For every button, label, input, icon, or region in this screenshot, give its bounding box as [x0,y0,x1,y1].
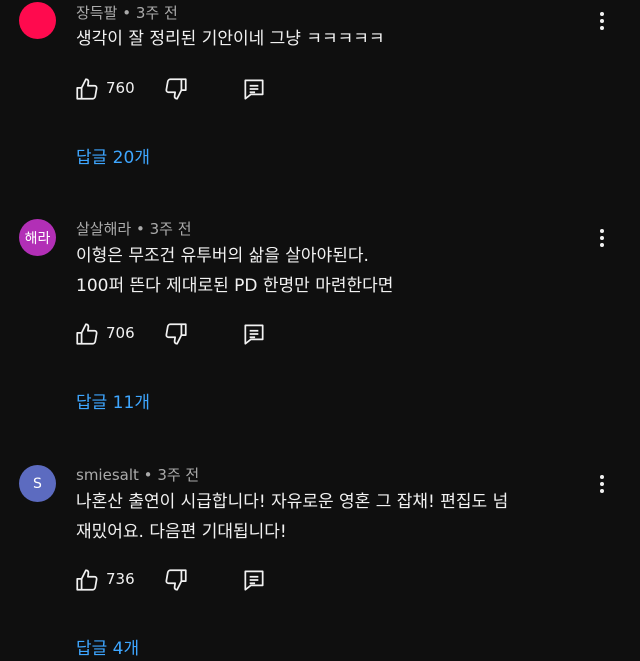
comment-text: 나혼산 출연이 시급합니다! 자유로운 영혼 그 잡채! 편집도 넘 재밌어요.… [76,487,508,547]
comment-actions: 706 [74,321,294,347]
avatar[interactable]: S [19,465,56,502]
comment-item: 해라 살살해라 • 3주 전 이형은 무조건 유투버의 삶을 살아야된다. 10… [0,210,640,460]
reply-comment-icon[interactable] [241,321,267,347]
comment-time: 3주 전 [149,220,192,238]
separator: • [122,4,132,22]
comment-line: 100퍼 뜬다 제대로된 PD 한명만 마련한다면 [76,276,394,296]
author-name[interactable]: 살살해라 [76,220,131,238]
comment-item: 장득팔 • 3주 전 생각이 잘 정리된 기안이네 그냥 ㅋㅋㅋㅋㅋ 760 답… [0,0,640,210]
comment-actions: 760 [74,76,294,102]
more-vert-icon[interactable] [590,226,614,250]
comment-meta: smiesalt • 3주 전 [76,464,199,485]
more-vert-icon[interactable] [590,472,614,496]
replies-button[interactable]: 답글 11개 [76,388,150,413]
comment-text: 생각이 잘 정리된 기안이네 그냥 ㅋㅋㅋㅋㅋ [76,24,385,54]
thumbs-down-icon[interactable] [163,567,189,593]
separator: • [135,220,145,238]
thumbs-down-icon[interactable] [163,321,189,347]
comment-line: 나혼산 출연이 시급합니다! 자유로운 영혼 그 잡채! 편집도 넘 [76,492,509,512]
comment-text: 이형은 무조건 유투버의 삶을 살아야된다. 100퍼 뜬다 제대로된 PD 한… [76,241,393,301]
comment-line: 생각이 잘 정리된 기안이네 그냥 ㅋㅋㅋㅋㅋ [76,29,385,49]
replies-button[interactable]: 답글 4개 [76,634,139,659]
reply-comment-icon[interactable] [241,76,267,102]
comment-time: 3주 전 [157,466,200,484]
like-count: 706 [106,324,135,342]
author-name[interactable]: 장득팔 [76,4,117,22]
replies-button[interactable]: 답글 20개 [76,143,150,168]
comment-meta: 장득팔 • 3주 전 [76,2,178,23]
thumbs-up-icon[interactable] [74,76,100,102]
like-count: 736 [106,570,135,588]
avatar[interactable] [19,2,56,39]
thumbs-up-icon[interactable] [74,567,100,593]
reply-comment-icon[interactable] [241,567,267,593]
thumbs-down-icon[interactable] [163,76,189,102]
comment-item: S smiesalt • 3주 전 나혼산 출연이 시급합니다! 자유로운 영혼… [0,460,640,661]
comment-actions: 736 [74,567,294,593]
comment-line: 이형은 무조건 유투버의 삶을 살아야된다. [76,246,369,266]
thumbs-up-icon[interactable] [74,321,100,347]
avatar[interactable]: 해라 [19,219,56,256]
comment-meta: 살살해라 • 3주 전 [76,218,192,239]
like-count: 760 [106,79,135,97]
comment-time: 3주 전 [135,4,178,22]
more-vert-icon[interactable] [590,9,614,33]
separator: • [143,466,153,484]
author-name[interactable]: smiesalt [76,466,139,484]
comment-line: 재밌어요. 다음편 기대됩니다! [76,522,287,542]
